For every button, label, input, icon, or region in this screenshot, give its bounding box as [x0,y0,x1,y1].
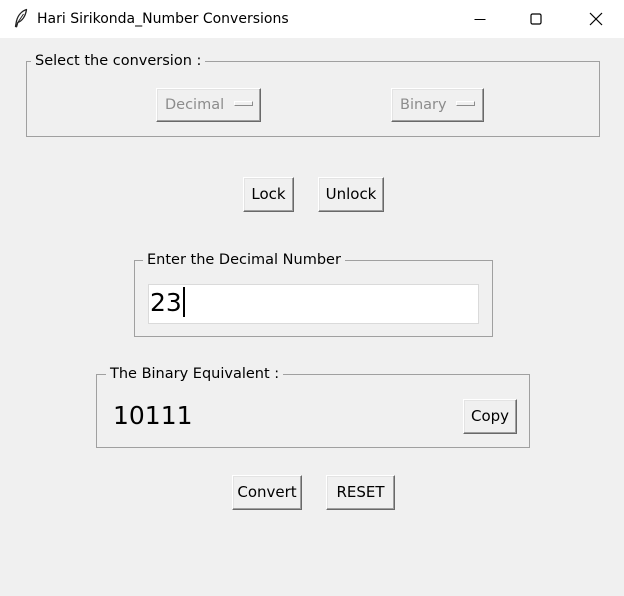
from-base-dropdown[interactable]: Decimal [156,88,261,122]
close-icon [589,12,603,26]
output-frame-label: The Binary Equivalent : [106,365,284,383]
close-button[interactable] [568,0,624,38]
to-base-dropdown[interactable]: Binary [391,88,484,122]
conversion-select-label: Select the conversion : [31,52,206,70]
binary-result: 10111 [113,401,193,430]
unlock-button[interactable]: Unlock [318,177,384,212]
convert-button[interactable]: Convert [232,475,302,510]
number-input[interactable]: 23 [148,284,479,324]
maximize-icon [530,13,542,25]
input-frame-label: Enter the Decimal Number [143,251,345,269]
feather-icon [13,8,29,28]
title-bar[interactable]: Hari Sirikonda_Number Conversions [0,0,624,38]
minimize-icon [474,19,486,20]
lock-button[interactable]: Lock [243,177,294,212]
window-title: Hari Sirikonda_Number Conversions [37,11,289,27]
dropdown-indicator-icon [234,101,253,106]
maximize-button[interactable] [508,0,564,38]
number-input-value: 23 [150,288,182,317]
conversion-select-frame: Select the conversion : [26,52,600,137]
from-base-value: Decimal [165,97,225,113]
to-base-value: Binary [400,97,447,113]
dropdown-indicator-icon [456,101,475,106]
minimize-button[interactable] [452,0,508,38]
reset-button[interactable]: RESET [326,475,395,510]
copy-button[interactable]: Copy [463,399,517,434]
text-cursor [182,287,185,317]
